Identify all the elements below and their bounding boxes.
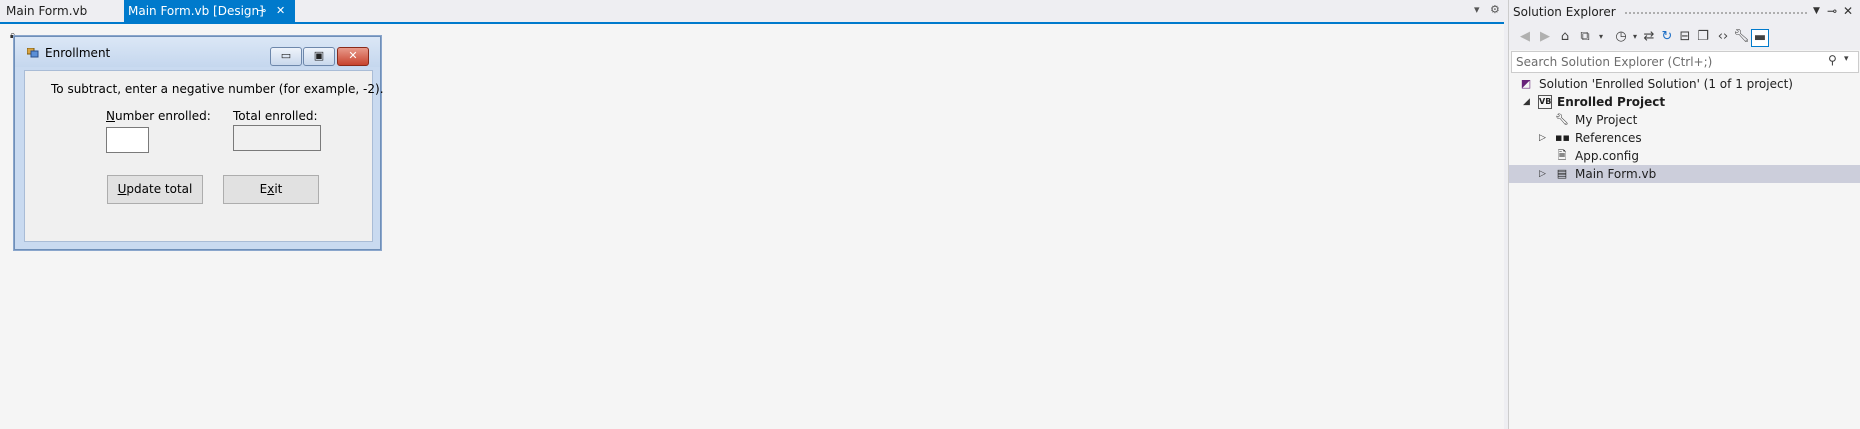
solution-search-box[interactable]: ⚲ ▾ (1511, 51, 1859, 73)
enrollment-form-window[interactable]: Enrollment ▭ ▣ ✕ To subtract, enter a ne… (14, 36, 384, 250)
properties-wrench-icon[interactable]: 🔧︎ (1733, 29, 1750, 45)
tree-project-node[interactable]: ◢ VB Enrolled Project (1509, 93, 1860, 111)
tab-label: Main Form.vb (6, 4, 88, 18)
form-title: Enrollment (45, 46, 111, 60)
chevron-down-icon[interactable]: ▾ (1593, 29, 1609, 45)
solution-explorer-header[interactable]: Solution Explorer ▼ ⊸ ✕ (1509, 0, 1860, 24)
tree-item-label: References (1575, 131, 1642, 145)
form-client-area: To subtract, enter a negative number (fo… (24, 70, 384, 242)
minimize-button[interactable]: ▭ (270, 47, 302, 66)
update-total-button[interactable]: Update total (107, 175, 203, 204)
references-icon: ▪▪ (1555, 131, 1570, 144)
show-all-files-icon[interactable]: ❐ (1695, 29, 1711, 45)
solution-explorer-panel: Solution Explorer ▼ ⊸ ✕ ◀ ▶ ⌂ ⧉ ▾ ◷ ▾ ⇄ … (1508, 0, 1860, 429)
home-icon[interactable]: ⌂ (1557, 29, 1573, 45)
drag-grip[interactable] (1624, 11, 1809, 15)
tree-item-my-project[interactable]: 🔧︎ My Project (1509, 111, 1860, 129)
pin-icon[interactable]: ⊸ (257, 0, 266, 22)
tab-dropdown-icon[interactable]: ▾ (1474, 3, 1480, 16)
search-options-icon[interactable]: ▾ (1844, 54, 1849, 64)
gear-icon[interactable]: ⚙ (1490, 3, 1500, 16)
wrench-icon: 🔧︎ (1555, 113, 1569, 126)
view-code-icon[interactable]: ‹› (1715, 29, 1731, 45)
tree-item-label: Solution 'Enrolled Solution' (1 of 1 pro… (1539, 77, 1793, 91)
tree-item-label: My Project (1575, 113, 1638, 127)
panel-dropdown-icon[interactable]: ▼ (1813, 6, 1820, 16)
exit-button[interactable]: Exit (223, 175, 319, 204)
instruction-label: To subtract, enter a negative number (fo… (51, 82, 384, 96)
preview-selected-items-icon[interactable]: ▬ (1751, 29, 1769, 47)
tab-label: Main Form.vb [Design] (128, 4, 264, 18)
panel-title: Solution Explorer (1513, 5, 1616, 19)
collapse-arrow-icon[interactable]: ◢ (1523, 93, 1530, 111)
tree-item-label: App.config (1575, 149, 1639, 163)
expand-arrow-icon[interactable]: ▷ (1539, 165, 1546, 183)
tab-main-form-design[interactable]: Main Form.vb [Design] ⊸ ✕ (124, 0, 295, 22)
search-input[interactable] (1516, 54, 1816, 70)
minimize-icon: ▭ (280, 49, 292, 62)
form-app-icon (27, 48, 39, 58)
maximize-button[interactable]: ▣ (303, 47, 335, 66)
search-icon[interactable]: ⚲ (1828, 53, 1837, 67)
solution-icon: ◩ (1520, 77, 1532, 90)
pin-icon[interactable]: ⊸ (1827, 4, 1837, 18)
maximize-icon: ▣ (313, 49, 325, 62)
close-button[interactable]: ✕ (337, 47, 369, 66)
close-icon: ✕ (348, 49, 358, 62)
total-enrolled-output (233, 125, 321, 151)
form-file-icon: ▤ (1556, 167, 1568, 180)
forward-icon[interactable]: ▶ (1537, 29, 1553, 45)
tree-item-label: Enrolled Project (1557, 95, 1666, 109)
document-tab-bar: Main Form.vb Main Form.vb [Design] ⊸ ✕ ▾… (0, 0, 1508, 22)
tab-main-form-vb[interactable]: Main Form.vb (0, 0, 128, 22)
refresh-icon[interactable]: ↻ (1659, 29, 1675, 45)
tree-item-label: Main Form.vb (1575, 167, 1657, 181)
switch-views-icon[interactable]: ⧉ (1577, 29, 1593, 45)
close-icon[interactable]: ✕ (276, 0, 285, 22)
config-file-icon: 🗎︎ (1557, 149, 1567, 162)
number-enrolled-input[interactable] (106, 127, 149, 153)
form-title-bar[interactable]: Enrollment ▭ ▣ ✕ (15, 37, 380, 67)
tree-item-main-form[interactable]: ▷ ▤ Main Form.vb (1509, 165, 1860, 183)
tree-item-app-config[interactable]: 🗎︎ App.config (1509, 147, 1860, 165)
back-icon[interactable]: ◀ (1517, 29, 1533, 45)
close-icon[interactable]: ✕ (1843, 4, 1853, 18)
solution-explorer-toolbar: ◀ ▶ ⌂ ⧉ ▾ ◷ ▾ ⇄ ↻ ⊟ ❐ ‹› 🔧︎ ▬ (1509, 24, 1860, 50)
sync-active-document-icon[interactable]: ⇄ (1641, 29, 1657, 45)
vb-project-icon: VB (1538, 95, 1552, 109)
total-enrolled-label: Total enrolled: (233, 109, 318, 123)
number-enrolled-label: Number enrolled: (106, 109, 211, 123)
tree-item-references[interactable]: ▷ ▪▪ References (1509, 129, 1860, 147)
expand-arrow-icon[interactable]: ▷ (1539, 129, 1546, 147)
collapse-all-icon[interactable]: ⊟ (1677, 29, 1693, 45)
tree-solution-node[interactable]: ◩ Solution 'Enrolled Solution' (1 of 1 p… (1509, 75, 1860, 93)
